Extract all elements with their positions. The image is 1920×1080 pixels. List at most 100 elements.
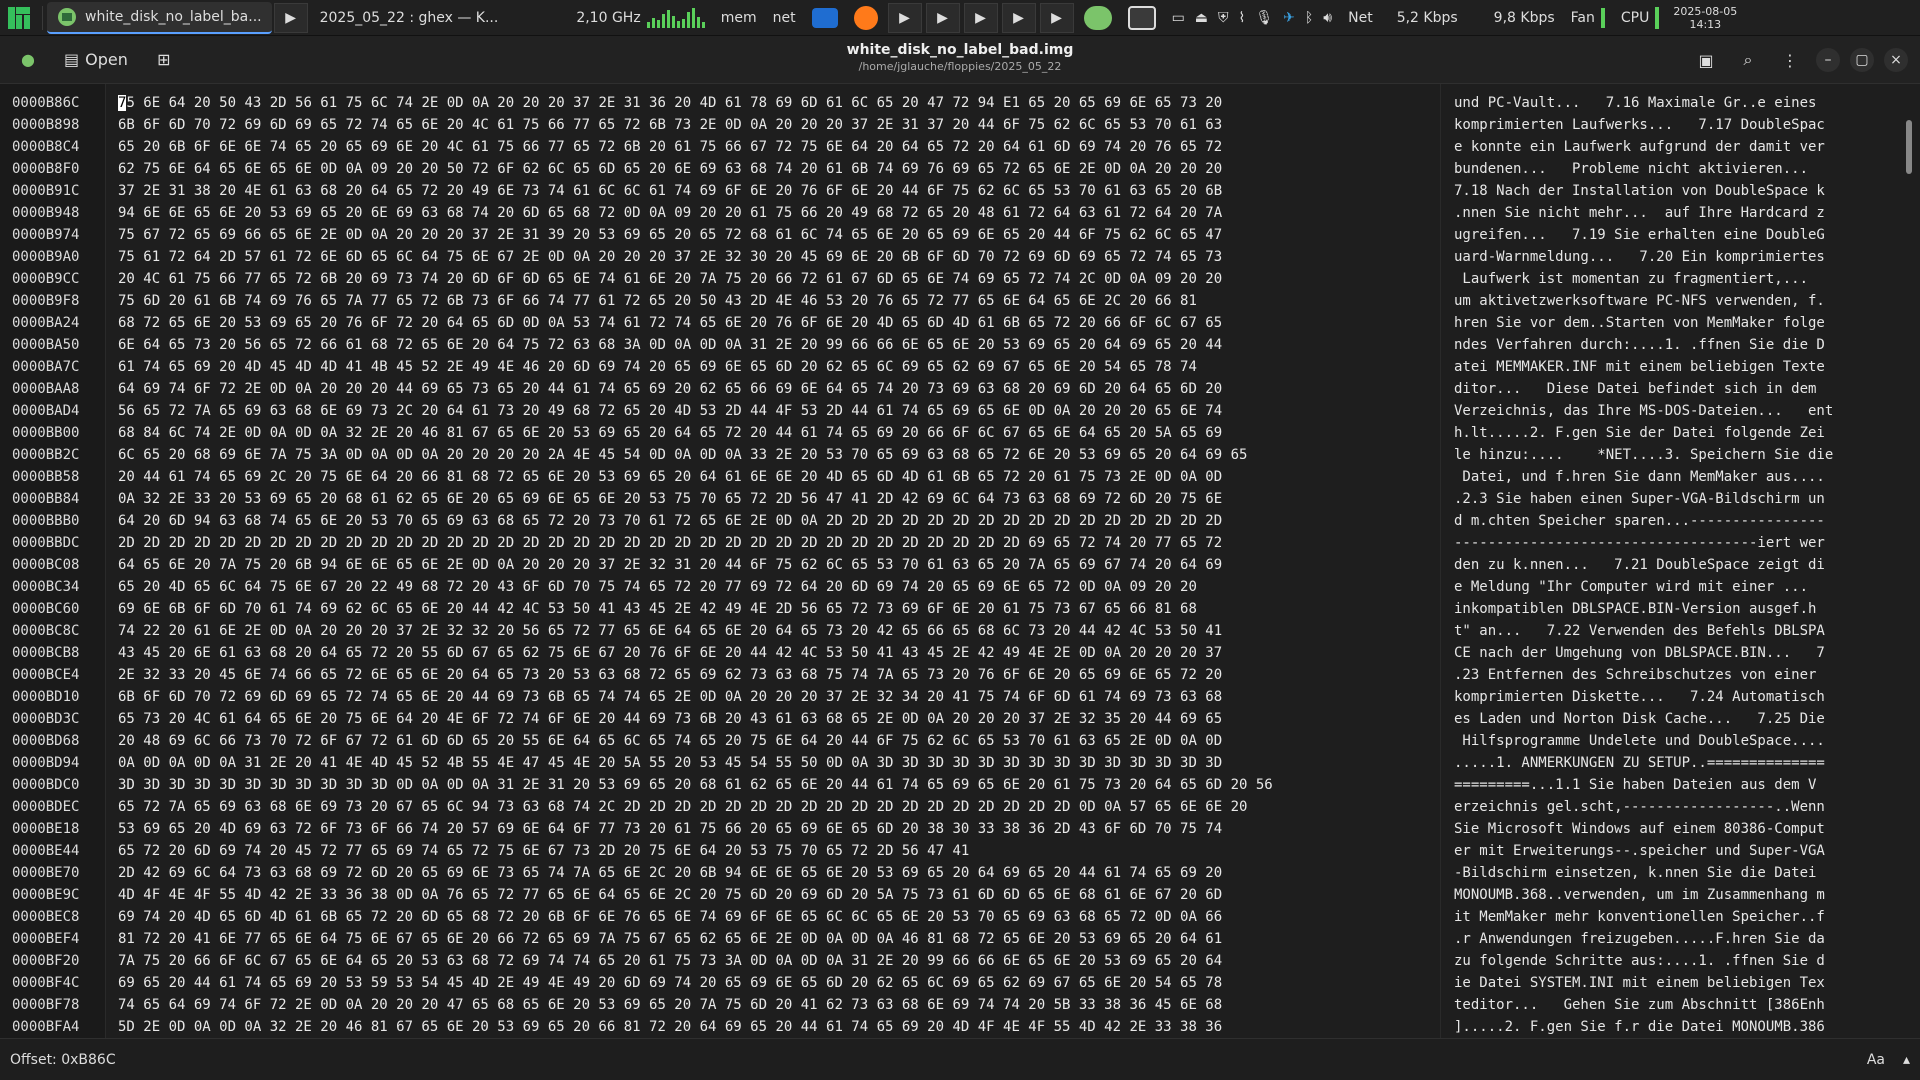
open-button[interactable]: ▤ Open	[56, 44, 136, 76]
ascii-row[interactable]: it MemMaker mehr konventionellen Speiche…	[1454, 906, 1894, 928]
ascii-row[interactable]: Verzeichnis, das Ihre MS-DOS-Dateien... …	[1454, 400, 1894, 422]
hex-row[interactable]: 65 20 4D 65 6C 64 75 6E 67 20 22 49 68 7…	[118, 576, 1378, 598]
ascii-row[interactable]: hren Sie vor dem..Starten von MemMaker f…	[1454, 312, 1894, 334]
hex-row[interactable]: 64 69 74 6F 72 2E 0D 0A 20 20 20 44 69 6…	[118, 378, 1378, 400]
menu-button[interactable]: ⋮	[1774, 44, 1806, 76]
telegram-icon[interactable]: ✈	[1283, 10, 1295, 26]
ascii-row[interactable]: Sie Microsoft Windows auf einem 80386-Co…	[1454, 818, 1894, 840]
mem-indicator[interactable]: mem	[713, 0, 765, 36]
chevron-up-icon[interactable]: ▴	[1903, 1052, 1910, 1068]
bluetooth-icon[interactable]: ᛒ	[1305, 10, 1313, 26]
ascii-row[interactable]: .nnen Sie nicht mehr... auf Ihre Hardcar…	[1454, 202, 1894, 224]
hex-row[interactable]: 0A 0D 0A 0D 0A 31 2E 20 41 4E 4D 45 52 4…	[118, 752, 1378, 774]
pinned-app-firefox[interactable]	[846, 0, 886, 36]
hex-row[interactable]: 65 73 20 4C 61 64 65 6E 20 75 6E 64 20 4…	[118, 708, 1378, 730]
hex-row[interactable]: 43 45 20 6E 61 63 68 20 64 65 72 20 55 6…	[118, 642, 1378, 664]
new-tab-button[interactable]: ⊞	[148, 44, 180, 76]
hex-view[interactable]: 75 6E 64 20 50 43 2D 56 61 75 6C 74 2E 0…	[118, 84, 1378, 1038]
pinned-app-window[interactable]	[1120, 0, 1164, 36]
hex-row[interactable]: 75 6E 64 20 50 43 2D 56 61 75 6C 74 2E 0…	[118, 92, 1378, 114]
hex-row[interactable]: 65 72 20 6D 69 74 20 45 72 77 65 69 74 6…	[118, 840, 1378, 862]
ascii-row[interactable]: Laufwerk ist momentan zu fragmentiert,..…	[1454, 268, 1894, 290]
app-menu-button[interactable]	[0, 0, 38, 36]
ascii-row[interactable]: h.lt.....2. F.gen Sie der Datei folgende…	[1454, 422, 1894, 444]
hex-row[interactable]: 75 61 72 64 2D 57 61 72 6E 6D 65 6C 64 7…	[118, 246, 1378, 268]
pinned-app-dolphin[interactable]	[804, 0, 846, 36]
hex-row[interactable]: 75 6D 20 61 6B 74 69 76 65 7A 77 65 72 6…	[118, 290, 1378, 312]
ascii-row[interactable]: ------------------------------------iert…	[1454, 532, 1894, 554]
terminal-icon[interactable]: ▶	[887, 2, 922, 33]
clock[interactable]: 2025-08-05 14:13	[1667, 0, 1743, 36]
hex-row[interactable]: 74 22 20 61 6E 2E 0D 0A 20 20 20 37 2E 3…	[118, 620, 1378, 642]
maximize-button[interactable]: ▢	[1850, 48, 1874, 72]
ascii-row[interactable]: um aktivetzwerksoftware PC-NFS verwenden…	[1454, 290, 1894, 312]
ascii-row[interactable]: zu folgende Schritte aus:....1. .ffnen S…	[1454, 950, 1894, 972]
ascii-row[interactable]: teditor... Gehen Sie zum Abschnitt [386E…	[1454, 994, 1894, 1016]
hex-row[interactable]: 65 72 7A 65 69 63 68 6E 69 73 20 67 65 6…	[118, 796, 1378, 818]
hex-row[interactable]: 94 6E 6E 65 6E 20 53 69 65 20 6E 69 63 6…	[118, 202, 1378, 224]
ascii-row[interactable]: es Laden und Norton Disk Cache... 7.25 D…	[1454, 708, 1894, 730]
save-button[interactable]: ▣	[1690, 44, 1722, 76]
vertical-scrollbar[interactable]	[1906, 120, 1912, 174]
terminal-icon[interactable]: ▶	[963, 2, 998, 33]
hex-row[interactable]: 68 84 6C 74 2E 0D 0A 0D 0A 32 2E 20 46 8…	[118, 422, 1378, 444]
hex-row[interactable]: 74 65 64 69 74 6F 72 2E 0D 0A 20 20 20 4…	[118, 994, 1378, 1016]
ascii-row[interactable]: bundenen... Probleme nicht aktivieren...	[1454, 158, 1894, 180]
ascii-row[interactable]: uard-Warnmeldung... 7.20 Ein komprimiert…	[1454, 246, 1894, 268]
hex-row[interactable]: 61 74 65 69 20 4D 45 4D 4D 41 4B 45 52 2…	[118, 356, 1378, 378]
hex-row[interactable]: 53 69 65 20 4D 69 63 72 6F 73 6F 66 74 2…	[118, 818, 1378, 840]
ascii-row[interactable]: e konnte ein Laufwerk aufgrund der damit…	[1454, 136, 1894, 158]
hex-editor[interactable]: 0000B86C 0000B898 0000B8C4 0000B8F0 0000B91C…	[0, 84, 1920, 1038]
hex-row[interactable]: 20 44 61 74 65 69 2C 20 75 6E 64 20 66 8…	[118, 466, 1378, 488]
ascii-row[interactable]: komprimierten Diskette... 7.24 Automatis…	[1454, 686, 1894, 708]
hex-row[interactable]: 68 72 65 6E 20 53 69 65 20 76 6F 72 20 6…	[118, 312, 1378, 334]
terminal-icon[interactable]: ▶	[925, 2, 960, 33]
hex-row[interactable]: 65 20 6B 6F 6E 6E 74 65 20 65 69 6E 20 4…	[118, 136, 1378, 158]
ascii-row[interactable]: .r Anwendungen freizugeben.....F.hren Si…	[1454, 928, 1894, 950]
hex-row[interactable]: 64 65 6E 20 7A 75 20 6B 94 6E 6E 65 6E 2…	[118, 554, 1378, 576]
hex-row[interactable]: 75 67 72 65 69 66 65 6E 2E 0D 0A 20 20 2…	[118, 224, 1378, 246]
ascii-row[interactable]: -Bildschirm einsetzen, k.nnen Sie die Da…	[1454, 862, 1894, 884]
ascii-row[interactable]: erzeichnis gel.scht,------------------..…	[1454, 796, 1894, 818]
hex-row[interactable]: 0A 32 2E 33 20 53 69 65 20 68 61 62 65 6…	[118, 488, 1378, 510]
close-button[interactable]: ×	[1884, 48, 1908, 72]
ascii-row[interactable]: CE nach der Umgehung von DBLSPACE.BIN...…	[1454, 642, 1894, 664]
volume-icon[interactable]: 🔊︎	[1323, 10, 1332, 26]
ascii-row[interactable]: d m.chten Speicher sparen...------------…	[1454, 510, 1894, 532]
ascii-row[interactable]: 7.18 Nach der Installation von DoubleSpa…	[1454, 180, 1894, 202]
mic-icon[interactable]: 🎙︎	[1255, 10, 1273, 26]
hex-row[interactable]: 2E 32 33 20 45 6E 74 66 65 72 6E 65 6E 2…	[118, 664, 1378, 686]
ascii-row[interactable]: ].....2. F.gen Sie f.r die Datei MONOUMB…	[1454, 1016, 1894, 1038]
ascii-row[interactable]: .2.3 Sie haben einen Super-VGA-Bildschir…	[1454, 488, 1894, 510]
hex-row[interactable]: 6C 65 20 68 69 6E 7A 75 3A 0D 0A 0D 0A 2…	[118, 444, 1378, 466]
hex-row[interactable]: 4D 4F 4E 4F 55 4D 42 2E 33 36 38 0D 0A 7…	[118, 884, 1378, 906]
hex-row[interactable]: 6B 6F 6D 70 72 69 6D 69 65 72 74 65 6E 2…	[118, 686, 1378, 708]
hex-row[interactable]: 20 4C 61 75 66 77 65 72 6B 20 69 73 74 2…	[118, 268, 1378, 290]
hex-row[interactable]: 2D 2D 2D 2D 2D 2D 2D 2D 2D 2D 2D 2D 2D 2…	[118, 532, 1378, 554]
hex-row[interactable]: 69 74 20 4D 65 6D 4D 61 6B 65 72 20 6D 6…	[118, 906, 1378, 928]
ascii-row[interactable]: ugreifen... 7.19 Sie erhalten eine Doubl…	[1454, 224, 1894, 246]
hex-row[interactable]: 62 75 6E 64 65 6E 65 6E 0D 0A 09 20 20 5…	[118, 158, 1378, 180]
hex-row[interactable]: 20 48 69 6C 66 73 70 72 6F 67 72 61 6D 6…	[118, 730, 1378, 752]
ascii-row[interactable]: ie Datei SYSTEM.INI mit einem beliebigen…	[1454, 972, 1894, 994]
hex-row[interactable]: 5D 2E 0D 0A 0D 0A 32 2E 20 46 81 67 65 6…	[118, 1016, 1378, 1038]
ascii-row[interactable]: atei MEMMAKER.INF mit einem beliebigen T…	[1454, 356, 1894, 378]
hex-row[interactable]: 6B 6F 6D 70 72 69 6D 69 65 72 74 65 6E 2…	[118, 114, 1378, 136]
shield-icon[interactable]: ⛨	[1218, 10, 1229, 26]
hex-row[interactable]: 6E 64 65 73 20 56 65 72 66 61 68 72 65 6…	[118, 334, 1378, 356]
minimize-button[interactable]: –	[1816, 48, 1840, 72]
hex-row[interactable]: 3D 3D 3D 3D 3D 3D 3D 3D 3D 3D 3D 0D 0A 0…	[118, 774, 1378, 796]
hex-row[interactable]: 56 65 72 7A 65 69 63 68 6E 69 73 2C 20 6…	[118, 400, 1378, 422]
ascii-row[interactable]: .23 Entfernen des Schreibschutzes von ei…	[1454, 664, 1894, 686]
taskbar-window-dolphin[interactable]: 2025_05_22 : ghex — K...	[310, 2, 509, 34]
hex-row[interactable]: 69 6E 6B 6F 6D 70 61 74 69 62 6C 65 6E 2…	[118, 598, 1378, 620]
hex-row[interactable]: 64 20 6D 94 63 68 74 65 6E 20 53 70 65 6…	[118, 510, 1378, 532]
taskbar-window-ghex[interactable]: white_disk_no_label_ba...	[47, 1, 272, 34]
ascii-row[interactable]: le hinzu:.... *NET....3. Speichern Sie d…	[1454, 444, 1894, 466]
usb-icon[interactable]: ⏏	[1195, 10, 1208, 26]
ascii-row[interactable]: ndes Verfahren durch:....1. .ffnen Sie d…	[1454, 334, 1894, 356]
hex-row[interactable]: 2D 42 69 6C 64 73 63 68 69 72 6D 20 65 6…	[118, 862, 1378, 884]
hex-row[interactable]: 37 2E 31 38 20 4E 61 63 68 20 64 65 72 2…	[118, 180, 1378, 202]
ascii-row[interactable]: den zu k.nnen... 7.21 DoubleSpace zeigt …	[1454, 554, 1894, 576]
ascii-row[interactable]: inkompatiblen DBLSPACE.BIN-Version ausge…	[1454, 598, 1894, 620]
